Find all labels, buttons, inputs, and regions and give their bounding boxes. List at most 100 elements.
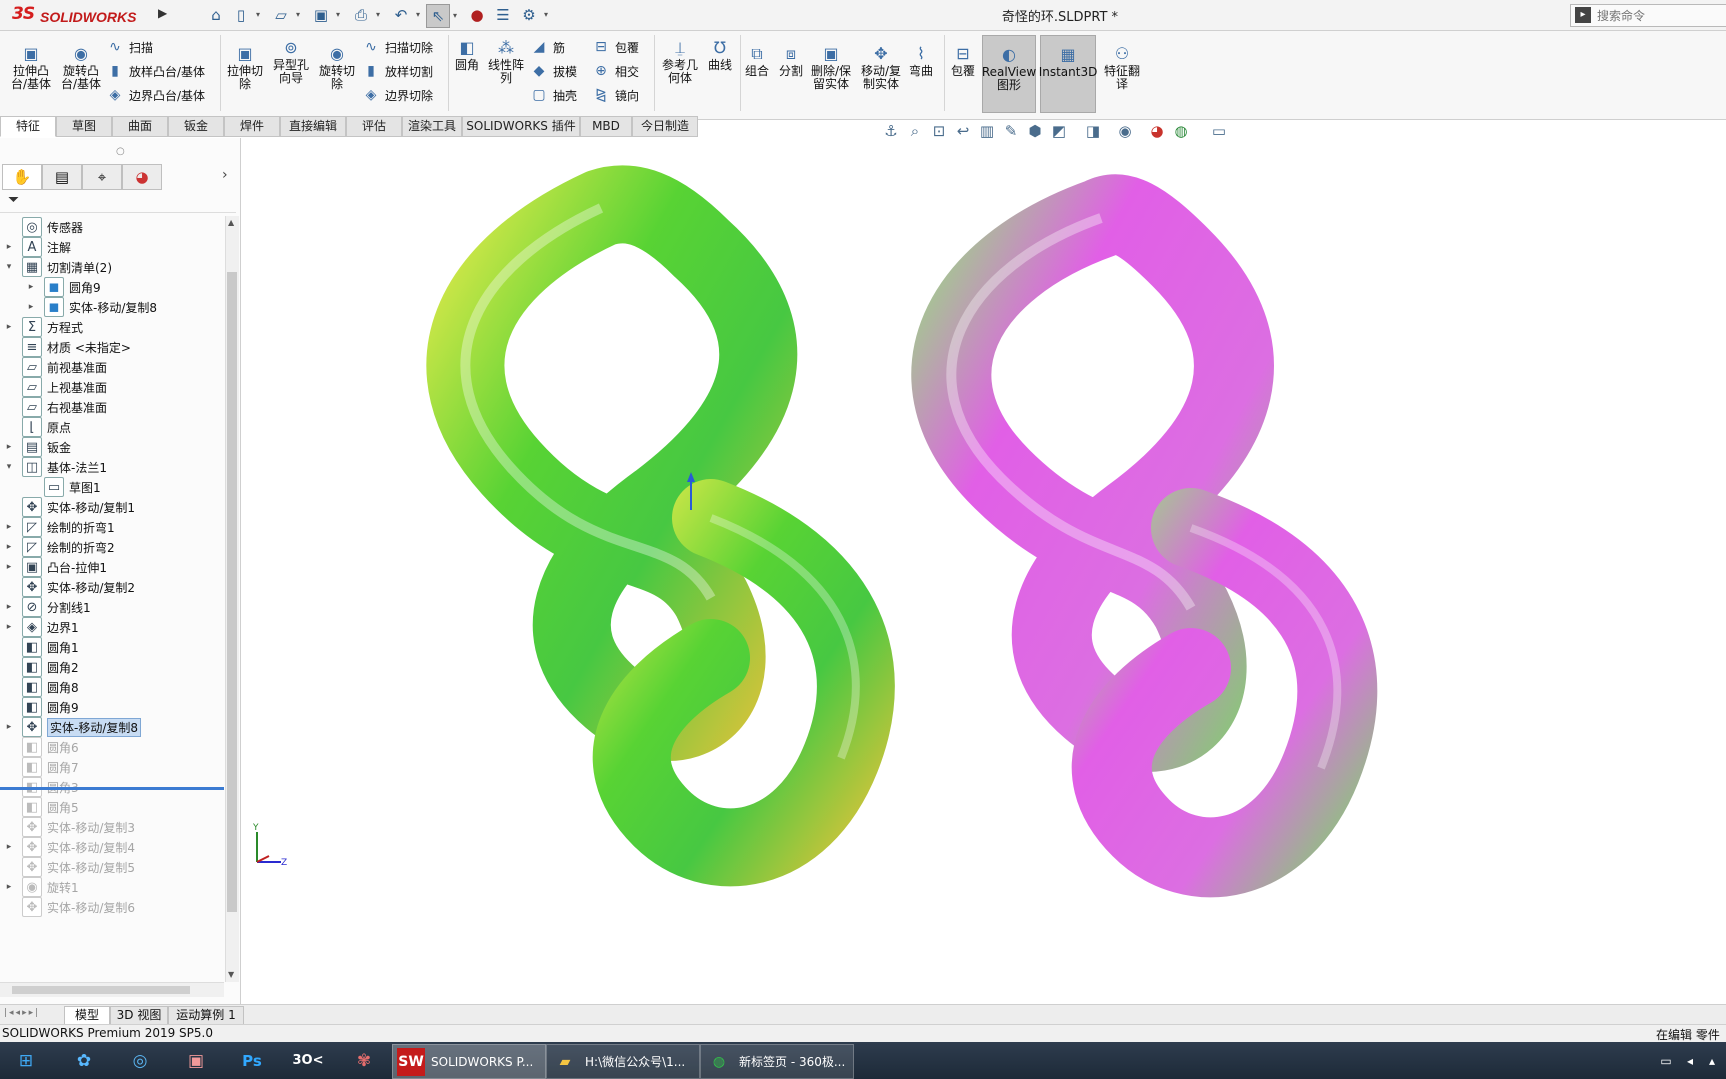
tab-features[interactable]: 特征 [0, 116, 56, 137]
property-manager-tab-icon[interactable]: ▤ [42, 164, 82, 190]
file-properties-icon[interactable]: ☰ [492, 4, 514, 26]
expand-arrow-icon[interactable]: ▸ [26, 282, 36, 292]
panel-splitter-icon[interactable]: ○ [116, 146, 125, 157]
revolve-boss-button[interactable]: ◉ 旋转凸 台/基体 [58, 43, 104, 91]
tree-node[interactable]: ▸ ⊘ 分割线1 [0, 596, 224, 618]
green-body[interactable] [426, 165, 895, 887]
tree-node[interactable]: ▱ 前视基准面 [0, 356, 224, 378]
tree-node[interactable]: ▸ Σ 方程式 [0, 316, 224, 338]
tree-node[interactable]: ◎ 传感器 [0, 216, 224, 238]
tab-scroll-arrows-icon[interactable]: |◂◂▸▸| [4, 1008, 40, 1018]
tree-node[interactable]: ▱ 右视基准面 [0, 396, 224, 418]
display-manager-tab-icon[interactable]: ◕ [122, 164, 162, 190]
tree-node[interactable]: ▸ ▣ 凸台-拉伸1 [0, 556, 224, 578]
view-settings-icon[interactable]: ◍ [1172, 122, 1190, 140]
rib-button[interactable]: ◢ 筋 [530, 37, 565, 57]
app-icon-c[interactable]: ▣ [174, 1045, 218, 1076]
move-copy-body-button[interactable]: ✥ 移动/复 制实体 [858, 43, 904, 91]
expand-arrow-icon[interactable]: ▸ [26, 302, 36, 312]
feature-translate-button[interactable]: ⚇ 特征翻 译 [1100, 43, 1144, 91]
tab-evaluate[interactable]: 评估 [346, 116, 402, 137]
loft-boss-button[interactable]: ▮ 放样凸台/基体 [106, 61, 205, 81]
tab-motion-study[interactable]: 运动算例 1 [168, 1006, 244, 1025]
filter-icon[interactable]: ⏷ [8, 192, 19, 208]
delete-keep-body-button[interactable]: ▣ 删除/保 留实体 [808, 43, 854, 91]
app-icon-b[interactable]: ◎ [118, 1045, 162, 1076]
tree-node[interactable]: ▸ ✥ 实体-移动/复制4 [0, 836, 224, 858]
tree-node[interactable]: ▸ ▤ 钣金 [0, 436, 224, 458]
revolve-cut-button[interactable]: ◉ 旋转切 除 [316, 43, 358, 91]
tab-render-tools[interactable]: 渲染工具 [402, 116, 462, 137]
tab-weldments[interactable]: 焊件 [224, 116, 280, 137]
tab-surfaces[interactable]: 曲面 [112, 116, 168, 137]
wrap-button[interactable]: ⊟ 包覆 [592, 37, 639, 57]
draft-button[interactable]: ◆ 拔模 [530, 61, 577, 81]
start-icon[interactable]: ⊞ [4, 1045, 48, 1076]
zoom-to-fit-icon[interactable]: ⌕ [906, 122, 924, 140]
expand-arrow-icon[interactable]: ▸ [4, 722, 14, 732]
menu-expand-icon[interactable]: ▶ [158, 6, 170, 24]
undo-icon[interactable]: ↶ ▾ [390, 4, 420, 26]
expand-arrow-icon[interactable]: ▸ [4, 322, 14, 332]
home-icon[interactable]: ⌂ [205, 4, 227, 26]
expand-arrow-icon[interactable]: ▸ [4, 602, 14, 612]
3dsmax-icon[interactable]: 3O< [286, 1045, 330, 1076]
flex-button[interactable]: ⌇ 弯曲 [906, 43, 936, 78]
tab-manufacturing[interactable]: 今日制造 [632, 116, 698, 137]
tab-3d-views[interactable]: 3D 视图 [110, 1006, 168, 1025]
dynamic-annotation-icon[interactable]: ✎ [1002, 122, 1020, 140]
expand-arrow-icon[interactable]: ▾ [4, 462, 14, 472]
photoshop-icon[interactable]: Ps [230, 1045, 274, 1076]
rebuild-icon[interactable]: ● [466, 4, 488, 26]
new-document-icon[interactable]: ▯ ▾ [230, 4, 260, 26]
lofted-cut-button[interactable]: ▮ 放样切割 [362, 61, 433, 81]
chevron-right-icon[interactable]: › [222, 167, 228, 183]
expand-arrow-icon[interactable]: ▸ [4, 242, 14, 252]
command-search-input[interactable] [1595, 6, 1726, 25]
tree-node[interactable]: ▸ ◸ 绘制的折弯2 [0, 536, 224, 558]
edit-appearance-icon[interactable]: ◉ [1116, 122, 1134, 140]
tree-node[interactable]: ✥ 实体-移动/复制2 [0, 576, 224, 598]
hole-wizard-button[interactable]: ⊚ 异型孔 向导 [270, 37, 312, 85]
tree-node[interactable]: ⌊ 原点 [0, 416, 224, 438]
tab-sheet-metal[interactable]: 钣金 [168, 116, 224, 137]
display-monitor-icon[interactable]: ▭ [1210, 122, 1228, 140]
tree-node[interactable]: ▸ A 注解 [0, 236, 224, 258]
expand-arrow-icon[interactable]: ▸ [4, 522, 14, 532]
task-explorer[interactable]: ▰ H:\微信公众号\1... [546, 1044, 700, 1079]
sweep-button[interactable]: ∿ 扫描 [106, 37, 153, 57]
tree-node[interactable]: ≡ 材质 <未指定> [0, 336, 224, 358]
view-cube-icon[interactable]: ⬢ [1026, 122, 1044, 140]
tree-node[interactable]: ◧ 圆角5 [0, 796, 224, 818]
combine-button[interactable]: ⧉ 组合 [742, 43, 772, 78]
section-view-icon[interactable]: ▥ [978, 122, 996, 140]
tree-node[interactable]: ▸ ◼ 圆角9 [0, 276, 224, 298]
tree-node[interactable]: ▸ ◉ 旋转1 [0, 876, 224, 898]
tree-node[interactable]: ◧ 圆角6 [0, 736, 224, 758]
swept-cut-button[interactable]: ∿ 扫描切除 [362, 37, 433, 57]
expand-arrow-icon[interactable]: ▸ [4, 442, 14, 452]
shell-button[interactable]: ▢ 抽壳 [530, 85, 577, 105]
tree-node[interactable]: ▱ 上视基准面 [0, 376, 224, 398]
reference-geometry-button[interactable]: ⍊ 参考几 何体 [658, 37, 702, 85]
expand-arrow-icon[interactable]: ▸ [4, 882, 14, 892]
tree-node[interactable]: ▸ ◼ 实体-移动/复制8 [0, 296, 224, 318]
save-icon[interactable]: ▣ ▾ [310, 4, 340, 26]
fillet-button[interactable]: ◧ 圆角 [452, 37, 482, 72]
tree-node[interactable]: ◧ 圆角2 [0, 656, 224, 678]
previous-view-icon[interactable]: ↩ [954, 122, 972, 140]
split-button[interactable]: ⧈ 分割 [776, 43, 806, 78]
app-icon-a[interactable]: ✿ [62, 1045, 106, 1076]
tree-scroll-thumb[interactable] [227, 272, 237, 912]
tree-node[interactable]: ▾ ▦ 切割清单(2) [0, 256, 224, 278]
expand-arrow-icon[interactable]: ▸ [4, 622, 14, 632]
tray-more-icon[interactable]: ▴ [1702, 1045, 1722, 1076]
tree-node[interactable]: ✥ 实体-移动/复制5 [0, 856, 224, 878]
tree-hscroll-thumb[interactable] [12, 986, 190, 994]
rollback-bar[interactable] [0, 787, 224, 790]
tab-model[interactable]: 模型 [64, 1006, 110, 1025]
tree-node[interactable]: ✥ 实体-移动/复制6 [0, 896, 224, 918]
print-icon[interactable]: ⎙ ▾ [350, 4, 380, 26]
feature-manager-tab-icon[interactable]: ✋ [2, 164, 42, 190]
scroll-down-icon[interactable]: ▼ [228, 970, 234, 979]
